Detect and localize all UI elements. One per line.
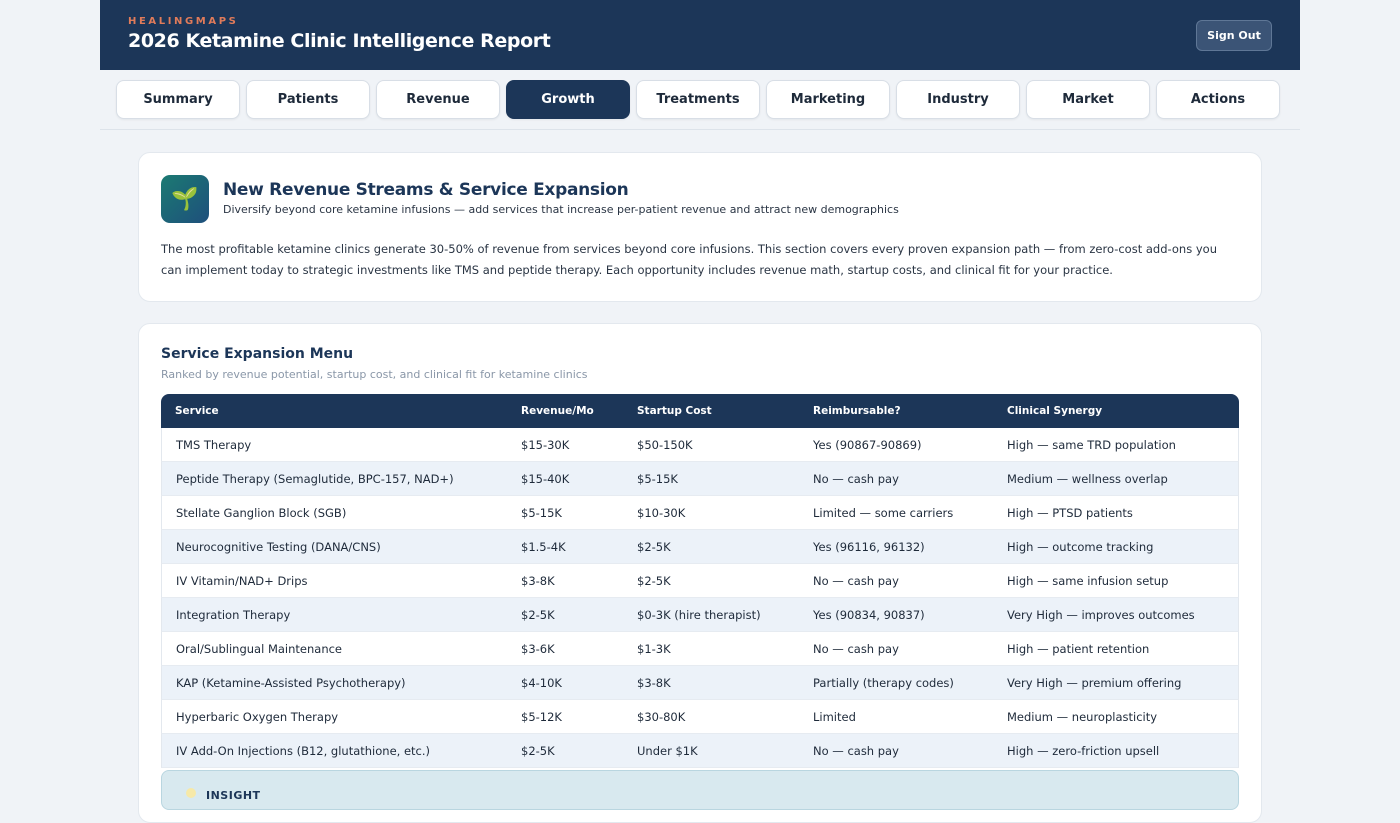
table-row: Stellate Ganglion Block (SGB) $5-15K $10-3… — [161, 496, 1239, 530]
intro-header: 🌱 New Revenue Streams & Service Expansio… — [161, 175, 1239, 223]
table-cell: $2-5K — [507, 598, 623, 632]
tab-growth[interactable]: Growth — [506, 80, 630, 119]
table-header-row: Service Revenue/Mo Startup Cost Reimbursabl… — [161, 394, 1239, 428]
table-cell: IV Add-On Injections (B12, glutathione, … — [161, 734, 507, 768]
table-cell: Limited — some carriers — [799, 496, 993, 530]
table-cell: KAP (Ketamine-Assisted Psychotherapy) — [161, 666, 507, 700]
column-header: Clinical Synergy — [993, 394, 1239, 428]
table-row: Integration Therapy $2-5K $0-3K (hire ther… — [161, 598, 1239, 632]
table-row: Hyperbaric Oxygen Therapy $5-12K $30-80K Li… — [161, 700, 1239, 734]
tab-actions[interactable]: Actions — [1156, 80, 1280, 119]
column-header: Reimbursable? — [799, 394, 993, 428]
table-cell: $10-30K — [623, 496, 799, 530]
tab-market[interactable]: Market — [1026, 80, 1150, 119]
table-cell: Limited — [799, 700, 993, 734]
table-cell: High — outcome tracking — [993, 530, 1239, 564]
table-cell: $15-30K — [507, 428, 623, 462]
intro-titles: New Revenue Streams & Service Expansion … — [223, 175, 899, 216]
table-cell: Peptide Therapy (Semaglutide, BPC-157, N… — [161, 462, 507, 496]
table-cell: $5-12K — [507, 700, 623, 734]
table-row: Peptide Therapy (Semaglutide, BPC-157, N… — [161, 462, 1239, 496]
tab-industry[interactable]: Industry — [896, 80, 1020, 119]
table-cell: Stellate Ganglion Block (SGB) — [161, 496, 507, 530]
table-cell: Oral/Sublingual Maintenance — [161, 632, 507, 666]
column-header: Startup Cost — [623, 394, 799, 428]
table-cell: $4-10K — [507, 666, 623, 700]
table-cell: $15-40K — [507, 462, 623, 496]
table-cell: High — PTSD patients — [993, 496, 1239, 530]
table-cell: $0-3K (hire therapist) — [623, 598, 799, 632]
table-cell: $1.5-4K — [507, 530, 623, 564]
table-cell: $2-5K — [623, 564, 799, 598]
table-cell: No — cash pay — [799, 462, 993, 496]
tab-patients[interactable]: Patients — [246, 80, 370, 119]
table-cell: Medium — neuroplasticity — [993, 700, 1239, 734]
tab-summary[interactable]: Summary — [116, 80, 240, 119]
table-cell: Very High — improves outcomes — [993, 598, 1239, 632]
table-cell: Very High — premium offering — [993, 666, 1239, 700]
table-cell: Integration Therapy — [161, 598, 507, 632]
table-cell: $2-5K — [623, 530, 799, 564]
table-cell: IV Vitamin/NAD+ Drips — [161, 564, 507, 598]
seedling-icon: 🌱 — [161, 175, 209, 223]
table-cell: No — cash pay — [799, 564, 993, 598]
table-row: IV Add-On Injections (B12, glutathione, … — [161, 734, 1239, 768]
table-row: Oral/Sublingual Maintenance $3-6K $1-3K No … — [161, 632, 1239, 666]
insight-box: INSIGHT — [161, 770, 1239, 810]
table-cell: High — zero-friction upsell — [993, 734, 1239, 768]
table-cell: Yes (90834, 90837) — [799, 598, 993, 632]
table-body: TMS Therapy $15-30K $50-150K Yes (90867-908… — [161, 428, 1239, 768]
column-header: Revenue/Mo — [507, 394, 623, 428]
table-cell: No — cash pay — [799, 632, 993, 666]
table-cell: $5-15K — [623, 462, 799, 496]
table-row: IV Vitamin/NAD+ Drips $3-8K $2-5K No — cash… — [161, 564, 1239, 598]
brand-name: HEALINGMAPS — [128, 16, 239, 27]
table-cell: Under $1K — [623, 734, 799, 768]
table-cell: $5-15K — [507, 496, 623, 530]
service-table: Service Revenue/Mo Startup Cost Reimbursabl… — [161, 394, 1239, 768]
table-cell: No — cash pay — [799, 734, 993, 768]
table-cell: High — patient retention — [993, 632, 1239, 666]
table-cell: Partially (therapy codes) — [799, 666, 993, 700]
table-row: Neurocognitive Testing (DANA/CNS) $1.5-4K… — [161, 530, 1239, 564]
column-header: Service — [161, 394, 507, 428]
tab-treatments[interactable]: Treatments — [636, 80, 760, 119]
table-cell: Medium — wellness overlap — [993, 462, 1239, 496]
table-cell: $3-8K — [623, 666, 799, 700]
table-row: TMS Therapy $15-30K $50-150K Yes (90867-908… — [161, 428, 1239, 462]
sign-out-button[interactable]: Sign Out — [1196, 20, 1272, 51]
top-header: HEALINGMAPS 2026 Ketamine Clinic Intelli… — [100, 0, 1300, 70]
table-cell: $3-6K — [507, 632, 623, 666]
menu-subtitle: Ranked by revenue potential, startup cos… — [161, 368, 588, 381]
app-frame: HEALINGMAPS 2026 Ketamine Clinic Intelli… — [100, 0, 1300, 823]
table-cell: Neurocognitive Testing (DANA/CNS) — [161, 530, 507, 564]
table-cell: $3-8K — [507, 564, 623, 598]
table-cell: Hyperbaric Oxygen Therapy — [161, 700, 507, 734]
tab-marketing[interactable]: Marketing — [766, 80, 890, 119]
table-cell: $1-3K — [623, 632, 799, 666]
service-menu-card: Service Expansion Menu Ranked by revenue… — [138, 323, 1262, 823]
menu-title: Service Expansion Menu — [161, 346, 354, 362]
table-cell: High — same infusion setup — [993, 564, 1239, 598]
report-title: 2026 Ketamine Clinic Intelligence Report — [128, 30, 551, 52]
tab-revenue[interactable]: Revenue — [376, 80, 500, 119]
table-cell: $2-5K — [507, 734, 623, 768]
table-cell: $50-150K — [623, 428, 799, 462]
tab-bar: Summary Patients Revenue Growth Treatments Ma… — [100, 70, 1300, 130]
table-cell: TMS Therapy — [161, 428, 507, 462]
section-subtitle: Diversify beyond core ketamine infusions… — [223, 203, 899, 216]
table-cell: Yes (96116, 96132) — [799, 530, 993, 564]
lightbulb-icon — [186, 788, 196, 798]
section-title: New Revenue Streams & Service Expansion — [223, 180, 629, 200]
insight-label: INSIGHT — [206, 789, 261, 802]
intro-card: 🌱 New Revenue Streams & Service Expansio… — [138, 152, 1262, 302]
table-cell: Yes (90867-90869) — [799, 428, 993, 462]
intro-paragraph: The most profitable ketamine clinics gen… — [161, 242, 1217, 277]
table-cell: High — same TRD population — [993, 428, 1239, 462]
table-row: KAP (Ketamine-Assisted Psychotherapy) $4-… — [161, 666, 1239, 700]
table-cell: $30-80K — [623, 700, 799, 734]
